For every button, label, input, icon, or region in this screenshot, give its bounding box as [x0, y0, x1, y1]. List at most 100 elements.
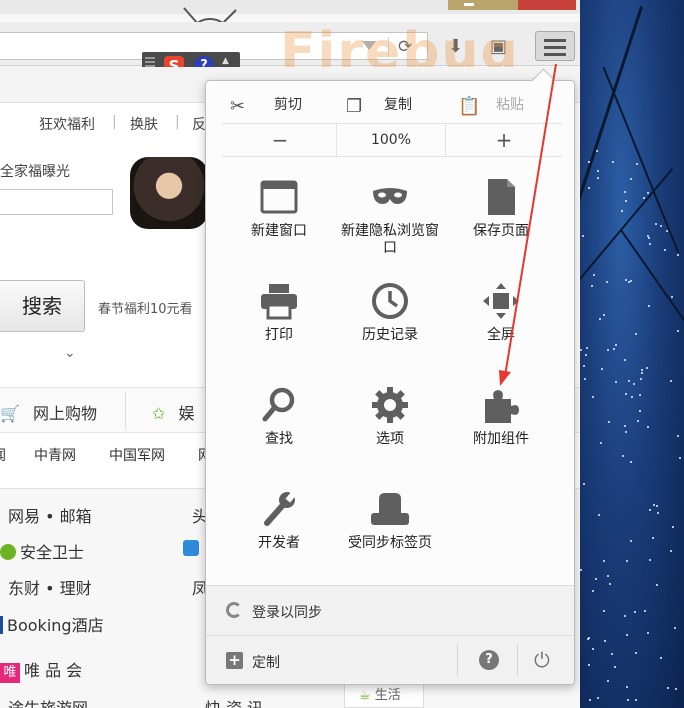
fullscreen-icon: [483, 283, 519, 319]
zoom-in-button[interactable]: +: [484, 128, 524, 152]
snow-dot: [672, 526, 674, 528]
snow-dot: [655, 223, 657, 225]
developer-button[interactable]: 开发者: [224, 489, 334, 585]
category-shopping[interactable]: 🛒 网上购物: [0, 400, 97, 424]
search-button[interactable]: 搜索: [0, 280, 85, 332]
snow-dot: [653, 504, 655, 506]
snow-dot: [595, 578, 597, 580]
find-magnifier-icon: [262, 387, 295, 422]
snow-dot: [646, 367, 648, 369]
promo-avatar[interactable]: [130, 157, 208, 229]
find-button[interactable]: 查找: [224, 385, 334, 481]
snow-dot: [649, 559, 651, 561]
snow-dot: [647, 426, 649, 428]
snow-dot: [649, 243, 651, 245]
snow-dot: [641, 372, 643, 374]
snow-dot: [615, 381, 617, 383]
paste-button[interactable]: 📋 粘贴: [454, 89, 562, 121]
snow-dot: [624, 359, 626, 361]
snow-dot: [670, 550, 672, 552]
snow-dot: [631, 396, 633, 398]
snow-dot: [588, 664, 590, 666]
snow-dot: [648, 237, 650, 239]
site-link[interactable]: [183, 539, 199, 558]
close-button[interactable]: [518, 0, 576, 10]
sync-signin-row[interactable]: 登录以同步: [206, 585, 574, 635]
snow-dot: [635, 333, 637, 335]
snow-dot: [640, 378, 642, 380]
site-link[interactable]: 中国军网: [109, 445, 165, 465]
snow-dot: [627, 699, 629, 701]
scissors-icon: ✂: [230, 96, 246, 117]
snow-dot: [647, 192, 649, 194]
snow-dot: [612, 161, 614, 163]
nav-link[interactable]: 换肤: [130, 114, 158, 134]
cut-button[interactable]: ✂ 剪切: [222, 89, 332, 121]
options-gear-icon: [372, 387, 408, 423]
snow-dot: [596, 150, 598, 152]
site-link[interactable]: 安全卫士: [0, 539, 84, 563]
maximize-button[interactable]: [490, 0, 518, 10]
minimize-button[interactable]: [448, 0, 490, 10]
site-link[interactable]: Booking酒店: [0, 612, 104, 636]
snow-dot: [606, 281, 608, 283]
login-input[interactable]: [0, 189, 113, 215]
customize-button[interactable]: + 定制: [206, 636, 456, 684]
snow-dot: [597, 697, 599, 699]
addons-button[interactable]: 附加组件: [446, 385, 556, 481]
snow-dot: [625, 279, 627, 281]
zoom-reset-button[interactable]: 100%: [336, 124, 446, 156]
snow-dot: [583, 483, 585, 485]
snow-dot: [614, 666, 616, 668]
zoom-out-button[interactable]: −: [260, 128, 300, 152]
synced-tabs-button[interactable]: 受同步标签页: [335, 489, 445, 585]
site-link[interactable]: 快 资 讯: [205, 695, 263, 708]
copy-button[interactable]: ❐ 复制: [342, 89, 452, 121]
fullscreen-button[interactable]: 全屏: [446, 281, 556, 377]
snow-dot: [592, 648, 594, 650]
desktop-wallpaper: [580, 0, 684, 708]
star-icon: ✩: [152, 404, 166, 423]
tree-branch: [602, 66, 680, 254]
snow-dot: [666, 230, 668, 232]
save-page-button[interactable]: 保存页面: [446, 177, 556, 273]
edit-controls: ✂ 剪切 ❐ 复制 📋 粘贴: [222, 89, 562, 121]
nav-link[interactable]: 狂欢福利: [39, 114, 95, 134]
options-button[interactable]: 选项: [335, 385, 445, 481]
snow-dot: [639, 410, 641, 412]
snow-dot: [624, 425, 626, 427]
snow-dot: [589, 699, 591, 701]
snow-dot: [630, 461, 632, 463]
print-button[interactable]: 打印: [224, 281, 334, 377]
site-link[interactable]: 唯唯 品 会: [0, 657, 82, 683]
private-mask-icon: [373, 188, 407, 204]
snow-dot: [599, 318, 601, 320]
site-link[interactable]: 网易 • 邮箱: [8, 503, 92, 527]
snow-dot: [621, 210, 623, 212]
site-link[interactable]: 中青网: [34, 445, 76, 465]
snow-dot: [604, 640, 606, 642]
snow-dot: [639, 394, 641, 396]
help-icon[interactable]: ?: [479, 650, 499, 670]
site-link[interactable]: 东财 • 理财: [8, 575, 92, 599]
nav-link[interactable]: 反: [192, 114, 206, 134]
printer-icon: [261, 284, 297, 320]
site-link[interactable]: 途牛旅游网: [8, 695, 88, 708]
new-private-window-button[interactable]: 新建隐私浏览窗口: [335, 177, 445, 273]
snow-dot: [626, 634, 628, 636]
chevron-down-icon[interactable]: ⌄: [64, 345, 76, 361]
category-entertainment[interactable]: ✩ 娱: [152, 400, 195, 424]
history-button[interactable]: 历史记录: [335, 281, 445, 377]
snow-dot: [592, 396, 594, 398]
site-link[interactable]: 闻: [0, 445, 6, 465]
search-hint[interactable]: 春节福利10元看: [98, 298, 193, 317]
snow-dot: [636, 163, 638, 165]
snow-dot: [592, 590, 594, 592]
power-quit-icon[interactable]: ⏻: [534, 648, 550, 672]
new-window-button[interactable]: 新建窗口: [224, 177, 334, 273]
snow-dot: [649, 509, 651, 511]
snow-dot: [625, 393, 627, 395]
hamburger-menu-icon[interactable]: [535, 31, 575, 61]
vip-icon: 唯: [0, 663, 20, 683]
promo-text[interactable]: 全家福曝光: [0, 161, 70, 181]
